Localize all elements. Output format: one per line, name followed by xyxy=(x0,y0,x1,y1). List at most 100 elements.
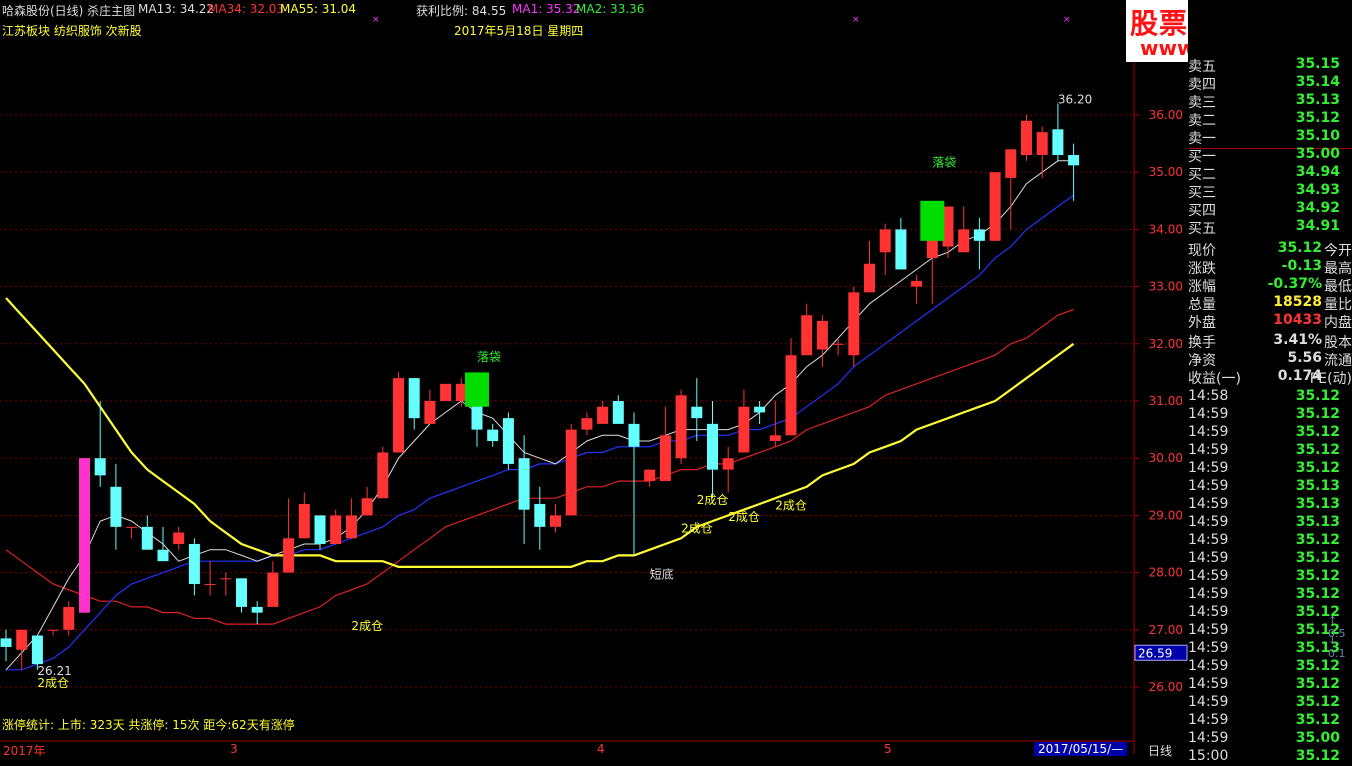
y-tick-label: 30.00 xyxy=(1149,451,1183,465)
candle-body xyxy=(188,544,200,585)
order-book-row-label: 买五 xyxy=(1188,221,1216,237)
quote-row-label: 外盘 xyxy=(1188,315,1216,331)
candle-body xyxy=(738,406,750,453)
tick-row-value: 35.13 xyxy=(1295,514,1340,530)
candle-body xyxy=(47,629,59,631)
tick-row-label: 14:59 xyxy=(1188,676,1229,692)
candle-body xyxy=(801,315,813,356)
month-label: 2017年 xyxy=(3,744,46,758)
tick-row-label: 14:59 xyxy=(1188,478,1229,494)
tick-row-value: 35.12 xyxy=(1295,658,1340,674)
ma-red-line xyxy=(5,308,1074,625)
quote-row-value: -0.13 xyxy=(1281,258,1322,274)
quote-row: 涨幅 -0.37% 最低 xyxy=(1188,276,1352,295)
candlestick-chart: 36.00 35.00 34.00 33.00 32.00 31.00 30.00 29.00… xyxy=(0,0,1188,754)
order-book-row: 买三 34.93 xyxy=(1188,182,1352,201)
order-book-row-label: 买四 xyxy=(1188,203,1216,219)
candle-body xyxy=(157,549,169,562)
candle-body xyxy=(361,498,373,516)
quote-row-label: 换手 xyxy=(1188,335,1216,351)
candle-body xyxy=(769,435,781,442)
quote-row-label2: 最低 xyxy=(1324,279,1352,295)
tick-row: 14:59 35.12 xyxy=(1188,532,1352,550)
quote-row-label: 收益(一) xyxy=(1188,371,1241,387)
tick-row: 14:59 35.12 xyxy=(1188,676,1352,694)
quote-row-value: 35.12 xyxy=(1277,240,1322,256)
y-tick-label: 29.00 xyxy=(1149,508,1183,522)
y-tick-label: 26.00 xyxy=(1149,680,1183,694)
quote-row-label: 涨跌 xyxy=(1188,261,1216,277)
candle-body xyxy=(628,423,640,447)
quote-row-label2: PE(动) xyxy=(1309,371,1352,387)
candle-body xyxy=(1021,120,1032,156)
candle-body xyxy=(534,503,546,527)
candle-body xyxy=(502,418,514,464)
tick-row: 14:59 35.13 xyxy=(1188,514,1352,532)
ma2-label: MA2: 33.36 xyxy=(576,2,645,16)
candle-body xyxy=(722,458,734,470)
tick-row-label: 14:59 xyxy=(1188,730,1229,746)
tick-row-label: 14:59 xyxy=(1188,712,1229,728)
candle-body xyxy=(377,452,389,499)
candle-body xyxy=(832,343,844,345)
order-book-row: 卖一 35.10 xyxy=(1188,128,1352,147)
tick-row-value: 35.12 xyxy=(1295,388,1340,404)
y-tick-label: 36.00 xyxy=(1149,108,1183,122)
tick-row: 14:59 35.12 xyxy=(1188,424,1352,442)
candle-body xyxy=(173,532,185,544)
candle-body xyxy=(565,429,577,516)
candle-body xyxy=(330,515,342,544)
quote-row-value: 10433 xyxy=(1273,312,1322,328)
tick-row-value: 35.00 xyxy=(1295,730,1340,746)
tick-row-value: 35.12 xyxy=(1295,532,1340,548)
candle-body xyxy=(251,606,263,613)
candle-body xyxy=(644,469,656,482)
ma13-label: MA13: 34.22 xyxy=(138,2,215,16)
order-book-row: 买二 34.94 xyxy=(1188,164,1352,183)
order-book-row-value: 35.14 xyxy=(1295,74,1340,90)
y-tick-label: 31.00 xyxy=(1149,394,1183,408)
tick-row: 14:59 35.13 xyxy=(1188,478,1352,496)
chart-annotation: 2成仓 xyxy=(697,493,729,507)
candle-body xyxy=(675,395,687,459)
candle-body xyxy=(848,292,860,356)
tick-row: 15:00 35.12 xyxy=(1188,748,1352,766)
quote-row-label: 净资 xyxy=(1188,353,1216,369)
quote-row: 现价 35.12 今开 xyxy=(1188,240,1352,259)
quote-row: 收益(一) 0.174 PE(动) xyxy=(1188,368,1352,387)
order-book-row-label: 卖五 xyxy=(1188,59,1216,75)
order-book-row-label: 卖三 xyxy=(1188,95,1216,111)
tick-row-label: 14:59 xyxy=(1188,622,1229,638)
quote-row-value: 18528 xyxy=(1273,294,1322,310)
quote-row: 净资 5.56 流通 xyxy=(1188,350,1352,369)
candle-body xyxy=(879,229,891,253)
order-book-row: 卖四 35.14 xyxy=(1188,74,1352,93)
tick-row-value: 35.12 xyxy=(1295,748,1340,764)
chart-annotation: 落袋 xyxy=(477,350,501,364)
quote-row-value: 5.56 xyxy=(1287,350,1322,366)
order-book-row-value: 35.15 xyxy=(1295,56,1340,72)
order-book-row-value: 35.10 xyxy=(1295,128,1340,144)
tick-row-value: 35.12 xyxy=(1295,406,1340,422)
order-book-row-value: 34.91 xyxy=(1295,218,1340,234)
tick-row-label: 14:59 xyxy=(1188,496,1229,512)
tick-row-value: 35.12 xyxy=(1295,586,1340,602)
candle-body xyxy=(298,503,310,539)
tick-row-label: 14:59 xyxy=(1188,550,1229,566)
candle-body xyxy=(31,635,43,665)
tick-row-label: 14:59 xyxy=(1188,586,1229,602)
profit-ratio-label: 获利比例: 84.55 xyxy=(416,4,507,18)
candle-body xyxy=(94,458,106,476)
candle-body xyxy=(220,578,232,580)
quote-row: 换手 3.41% 股本 xyxy=(1188,332,1352,351)
tick-row: 14:59 35.00 xyxy=(1188,730,1352,748)
tick-row: 14:58 35.12 xyxy=(1188,388,1352,406)
quote-row-label2: 流通 xyxy=(1324,353,1352,369)
order-book-row-value: 35.00 xyxy=(1295,146,1340,162)
quote-row-value: 3.41% xyxy=(1273,332,1322,348)
candle-body xyxy=(581,418,593,430)
candle-body xyxy=(16,629,28,650)
tick-row-value: 35.13 xyxy=(1295,478,1340,494)
candle-body xyxy=(691,406,703,419)
period-tab[interactable]: 日线 xyxy=(1148,742,1172,759)
